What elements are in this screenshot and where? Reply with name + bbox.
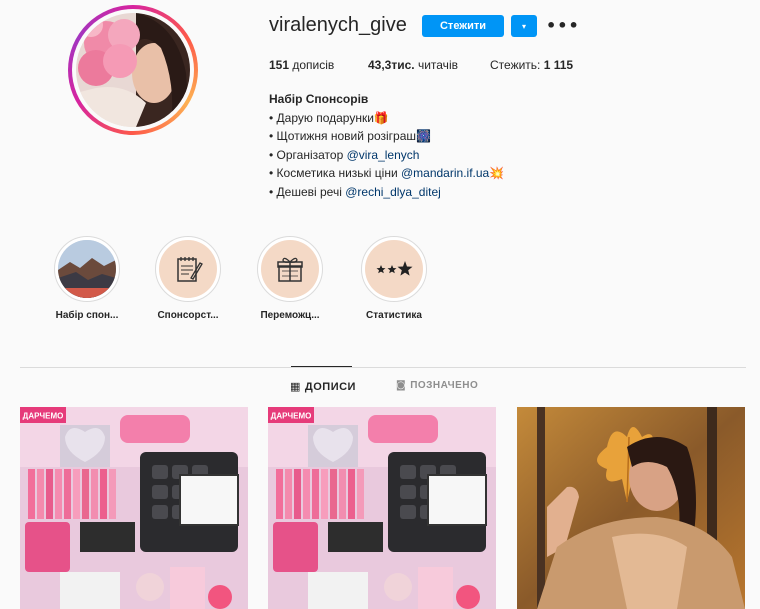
notepad-pencil-icon (177, 257, 203, 282)
more-dots-icon: ••• (546, 15, 580, 35)
highlight-label: Спонсорст... (157, 310, 219, 321)
story-highlight[interactable]: Статистика (349, 236, 439, 321)
mention-link[interactable]: @vira_lenych (347, 148, 420, 162)
following-count: 1 115 (543, 58, 574, 72)
highlight-cover (365, 240, 423, 298)
suggested-dropdown-button[interactable]: ▾ (511, 15, 537, 37)
bio-line: • Організатор @vira_lenych (269, 146, 504, 165)
gift-icon (277, 257, 303, 282)
post-image: ДАРЧЕМО (20, 407, 248, 609)
post-image: ДАРЧЕМО (268, 407, 496, 609)
post-thumbnail[interactable]: ДАРЧЕМО (268, 407, 496, 609)
post-badge: ДАРЧЕМО (271, 412, 312, 421)
landscape-photo-icon (58, 240, 116, 298)
active-tab-indicator (291, 366, 352, 367)
highlight-ring (257, 236, 323, 302)
highlight-label: Набір спон... (55, 310, 119, 321)
bio-text: • Організатор (269, 147, 347, 162)
story-highlight[interactable]: Переможц... (245, 236, 335, 321)
profile-username: viralenych_give (269, 14, 407, 36)
posts-label: дописів (289, 58, 335, 72)
highlight-ring (361, 236, 427, 302)
post-thumbnail[interactable] (517, 407, 745, 609)
more-options-button[interactable]: ••• (546, 14, 579, 36)
mention-link[interactable]: @rechi_dlya_ditej (345, 185, 441, 199)
tabs-divider (20, 367, 746, 368)
bio-line: • Дешеві речі @rechi_dlya_ditej (269, 183, 504, 202)
bio-text: • Косметика низькі ціни (269, 166, 401, 180)
chevron-down-icon: ▾ (521, 21, 526, 31)
post-thumbnail[interactable]: ДАРЧЕМО (20, 407, 248, 609)
bio-line: • Щотижня новий розіграш🎆 (269, 129, 431, 143)
highlight-cover (159, 240, 217, 298)
followers-stat[interactable]: 43,3тис. читачів (368, 58, 458, 72)
story-highlight[interactable]: Спонсорст... (143, 236, 233, 321)
highlight-label: Переможц... (260, 310, 320, 321)
followers-count: 43,3тис. (368, 58, 415, 72)
mention-link[interactable]: @mandarin.if.ua (401, 166, 489, 180)
profile-avatar-ring[interactable] (68, 5, 198, 135)
grid-icon: ▦ (290, 380, 301, 393)
bio-emoji: 💥 (489, 166, 505, 180)
highlight-label: Статистика (366, 310, 422, 321)
post-image (517, 407, 745, 609)
tagged-icon: ◙ (396, 380, 407, 391)
bio-name: Набір Спонсорів (269, 92, 369, 106)
bio-text: • Дешеві речі (269, 184, 346, 199)
highlight-ring (155, 236, 221, 302)
tab-posts[interactable]: ▦ ДОПИСИ (290, 380, 356, 393)
follow-button[interactable]: Стежити (422, 15, 504, 37)
avatar-image (76, 13, 190, 127)
tab-posts-label: ДОПИСИ (304, 380, 356, 393)
stars-icon (376, 261, 413, 276)
following-label: Стежить: (490, 58, 544, 72)
highlight-cover (58, 240, 116, 298)
followers-label: читачів (414, 58, 458, 72)
bio-line: • Косметика низькі ціни @mandarin.if.ua💥 (269, 164, 504, 183)
profile-avatar[interactable] (76, 13, 190, 127)
posts-count: 151 (269, 58, 290, 72)
tab-tagged-label: ПОЗНАЧЕНО (410, 380, 479, 391)
posts-stat: 151 дописів (269, 58, 334, 72)
tab-tagged[interactable]: ◙ ПОЗНАЧЕНО (396, 380, 478, 391)
highlight-cover (261, 240, 319, 298)
bio-line: • Дарую подарунки🎁 (269, 110, 389, 125)
story-highlight[interactable]: Набір спон... (42, 236, 132, 321)
following-stat[interactable]: Стежить: 1 115 (490, 58, 573, 72)
profile-bio: Набір Спонсорів • Дарую подарунки🎁 • Щот… (269, 90, 504, 201)
post-badge: ДАРЧЕМО (23, 412, 64, 421)
highlight-ring (54, 236, 120, 302)
